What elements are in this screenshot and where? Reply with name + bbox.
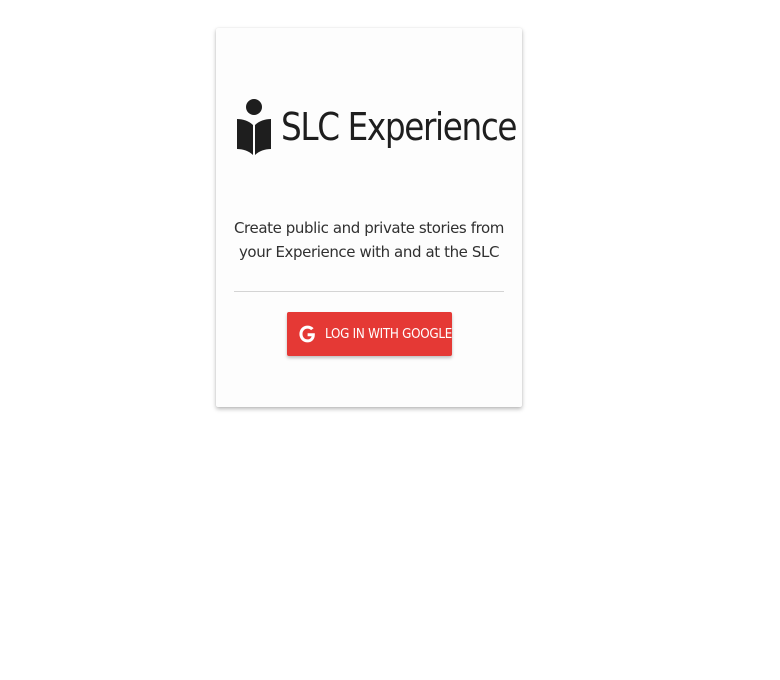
- google-icon: [298, 324, 316, 344]
- reader-book-icon: [236, 98, 272, 156]
- google-button-label: LOG IN WITH GOOGLE: [325, 326, 453, 342]
- tagline-text: Create public and private stories from y…: [233, 219, 505, 261]
- login-card: SLC Experience Create public and private…: [216, 28, 522, 407]
- google-login-button[interactable]: LOG IN WITH GOOGLE: [287, 312, 452, 356]
- divider: [234, 291, 504, 292]
- app-title: SLC Experience: [281, 105, 518, 149]
- brand-header: SLC Experience: [236, 98, 554, 156]
